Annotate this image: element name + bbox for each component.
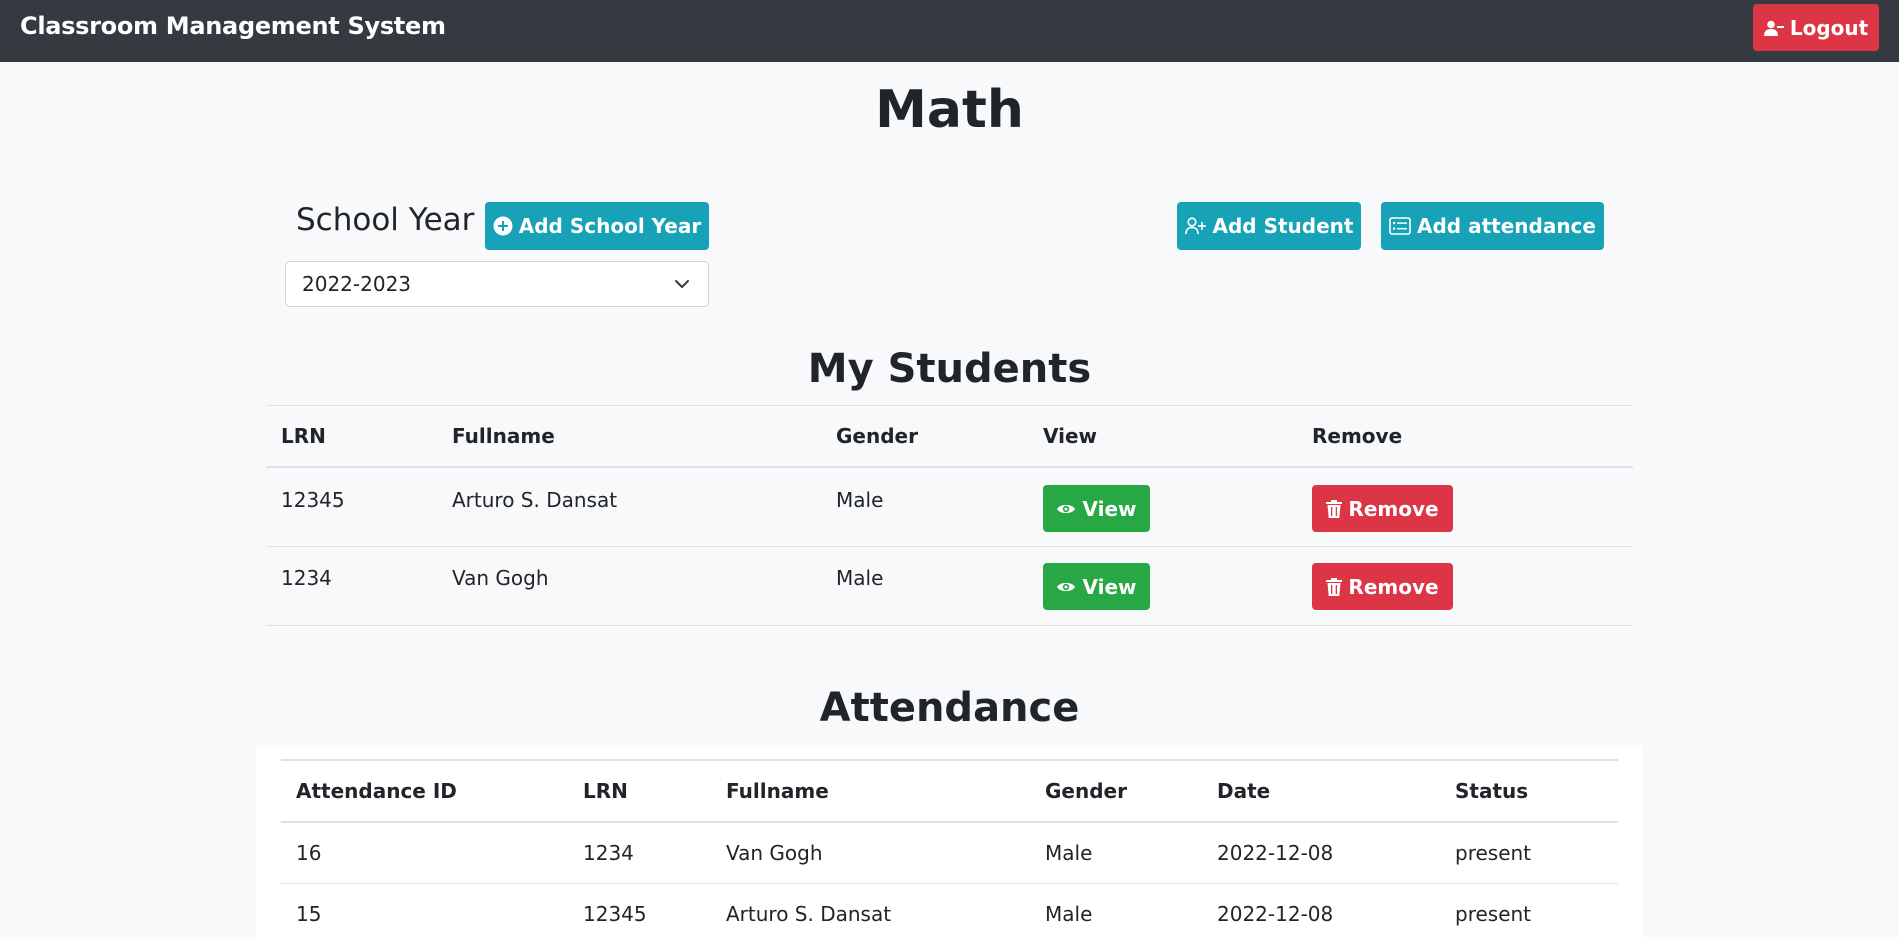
remove-label: Remove [1348, 574, 1439, 599]
user-minus-icon [1763, 20, 1784, 36]
remove-label: Remove [1348, 496, 1439, 521]
plus-circle-icon [493, 216, 513, 236]
students-row-divider [266, 546, 1633, 547]
students-table-bottom-border [266, 625, 1633, 626]
my-students-title: My Students [807, 346, 1092, 392]
students-col-fullname: Fullname [452, 424, 555, 448]
eye-icon [1057, 504, 1076, 513]
school-year-label: School Year [296, 202, 475, 238]
student-gender: Male [836, 488, 884, 512]
attendance-col-gender: Gender [1045, 779, 1127, 803]
student-lrn: 12345 [281, 488, 345, 512]
attendance-gender: Male [1045, 841, 1093, 865]
attendance-status: present [1455, 841, 1532, 865]
attendance-id: 16 [296, 841, 322, 865]
students-header-divider [266, 466, 1633, 468]
add-student-label: Add Student [1212, 214, 1354, 238]
attendance-fullname: Arturo S. Dansat [726, 902, 892, 926]
trash-icon [1326, 577, 1343, 596]
student-lrn: 1234 [281, 566, 332, 590]
student-gender: Male [836, 566, 884, 590]
remove-student-button[interactable]: Remove [1312, 485, 1453, 532]
school-year-select[interactable]: 2022-2023 [285, 261, 709, 307]
attendance-date: 2022-12-08 [1217, 902, 1334, 926]
attendance-col-lrn: LRN [583, 779, 628, 803]
attendance-lrn: 1234 [583, 841, 634, 865]
view-label: View [1082, 574, 1137, 599]
list-card-icon [1389, 217, 1411, 235]
attendance-gender: Male [1045, 902, 1093, 926]
attendance-table-top-border [281, 759, 1618, 761]
attendance-fullname: Van Gogh [726, 841, 823, 865]
page-title: Math [875, 80, 1024, 140]
user-plus-icon [1184, 217, 1206, 235]
students-col-remove: Remove [1312, 424, 1403, 448]
attendance-header-divider [281, 821, 1618, 823]
students-col-lrn: LRN [281, 424, 326, 448]
view-label: View [1082, 496, 1137, 521]
view-student-button[interactable]: View [1043, 563, 1150, 610]
student-fullname: Arturo S. Dansat [452, 488, 618, 512]
attendance-lrn: 12345 [583, 902, 647, 926]
school-year-selected: 2022-2023 [302, 272, 412, 296]
attendance-id: 15 [296, 902, 322, 926]
brand-title[interactable]: Classroom Management System [20, 12, 446, 40]
add-student-button[interactable]: Add Student [1177, 202, 1361, 250]
add-attendance-button[interactable]: Add attendance [1381, 202, 1604, 250]
view-student-button[interactable]: View [1043, 485, 1150, 532]
trash-icon [1326, 499, 1343, 518]
student-fullname: Van Gogh [452, 566, 549, 590]
remove-student-button[interactable]: Remove [1312, 563, 1453, 610]
add-school-year-button[interactable]: Add School Year [485, 202, 709, 250]
attendance-row-divider [281, 883, 1618, 884]
attendance-status: present [1455, 902, 1532, 926]
chevron-down-icon [675, 280, 689, 288]
attendance-date: 2022-12-08 [1217, 841, 1334, 865]
logout-button[interactable]: Logout [1753, 4, 1879, 51]
navbar: Classroom Management System Logout [0, 0, 1899, 62]
students-col-view: View [1043, 424, 1098, 448]
logout-label: Logout [1789, 15, 1869, 40]
attendance-title: Attendance [819, 685, 1080, 731]
eye-icon [1057, 582, 1076, 591]
attendance-col-date: Date [1217, 779, 1271, 803]
add-attendance-label: Add attendance [1417, 214, 1596, 238]
attendance-col-id: Attendance ID [296, 779, 457, 803]
attendance-panel [256, 745, 1643, 937]
students-table-top-border [266, 405, 1633, 406]
students-col-gender: Gender [836, 424, 918, 448]
add-school-year-label: Add School Year [518, 214, 702, 238]
attendance-col-fullname: Fullname [726, 779, 829, 803]
attendance-col-status: Status [1455, 779, 1529, 803]
